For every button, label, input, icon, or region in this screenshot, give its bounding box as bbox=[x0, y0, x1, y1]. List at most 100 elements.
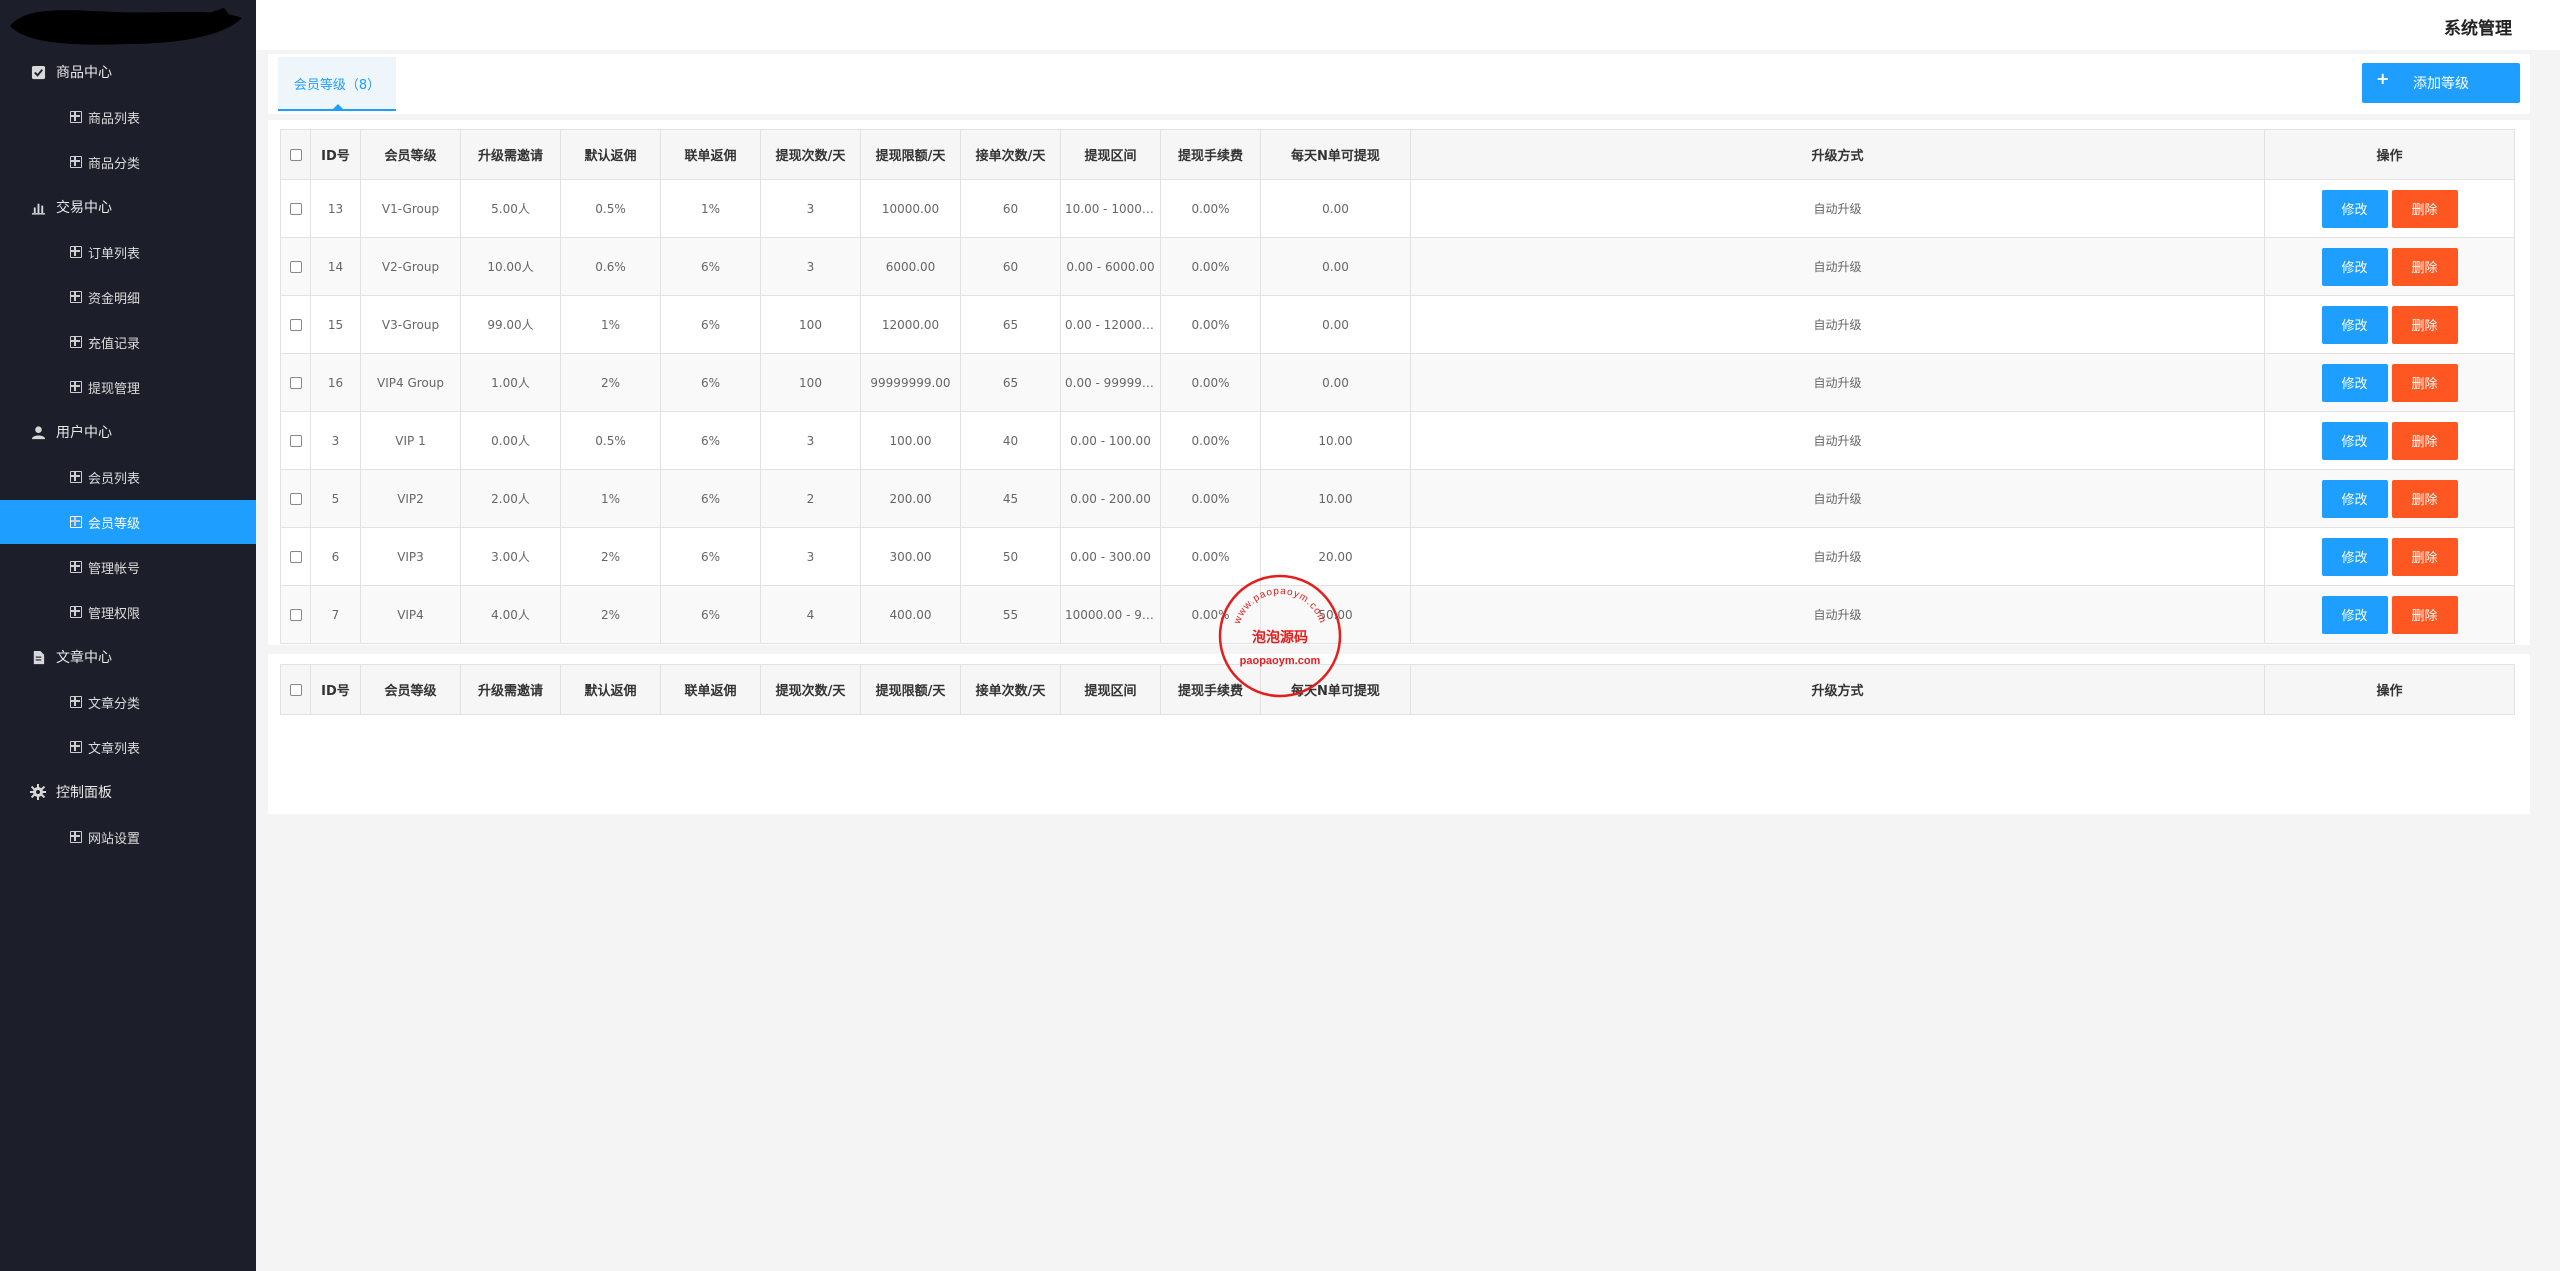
edit-button[interactable]: 修改 bbox=[2321, 479, 2388, 518]
sidebar-item-1-0[interactable]: 订单列表 bbox=[0, 230, 256, 274]
column-header: 升级需邀请 bbox=[460, 129, 561, 180]
sidebar-item-1-3[interactable]: 提现管理 bbox=[0, 365, 256, 409]
sidebar-item-1-1[interactable]: 资金明细 bbox=[0, 275, 256, 319]
column-header: 升级方式 bbox=[1410, 664, 2265, 715]
delete-button[interactable]: 删除 bbox=[2391, 247, 2458, 286]
table-cell: 2% bbox=[560, 527, 661, 586]
row-actions: 修改 删除 bbox=[2264, 295, 2515, 354]
row-checkbox[interactable] bbox=[289, 609, 302, 621]
table-cell: VIP 1 bbox=[360, 411, 461, 470]
level-table-footer-container: ID号 会员等级 升级需邀请 默认返佣 联单返佣 提现次数/天 提现限额/天 接单次数/天 提现… bbox=[268, 654, 2530, 814]
row-checkbox[interactable] bbox=[289, 493, 302, 505]
table-cell: 10000.00 - 99999.00 bbox=[1060, 585, 1161, 644]
table-cell: 1% bbox=[660, 179, 761, 238]
edit-button[interactable]: 修改 bbox=[2321, 421, 2388, 460]
row-checkbox[interactable] bbox=[289, 203, 302, 215]
grid-icon bbox=[70, 606, 82, 618]
grid-icon bbox=[70, 516, 82, 528]
table-cell: 10.00 - 10000.00 bbox=[1060, 179, 1161, 238]
sidebar-item-2-2[interactable]: 管理帐号 bbox=[0, 545, 256, 589]
level-table-header-copy: ID号 会员等级 升级需邀请 默认返佣 联单返佣 提现次数/天 提现限额/天 接单次数/天 提现… bbox=[280, 664, 2515, 715]
table-cell: 0.00 bbox=[1260, 179, 1411, 238]
delete-button[interactable]: 删除 bbox=[2391, 189, 2458, 228]
delete-button[interactable]: 删除 bbox=[2391, 421, 2458, 460]
table-cell: 60 bbox=[960, 237, 1061, 296]
delete-button[interactable]: 删除 bbox=[2391, 537, 2458, 576]
table-cell: 6% bbox=[660, 469, 761, 528]
row-select-cell bbox=[280, 179, 311, 238]
sidebar-item-label: 商品分类 bbox=[88, 156, 141, 172]
row-actions: 修改 删除 bbox=[2264, 469, 2515, 528]
sidebar-item-3-0[interactable]: 文章分类 bbox=[0, 680, 256, 724]
sidebar-item-2-1[interactable]: 会员等级 bbox=[0, 500, 256, 544]
delete-button[interactable]: 删除 bbox=[2391, 363, 2458, 402]
table-cell: 0.00% bbox=[1160, 411, 1261, 470]
table-cell: 3 bbox=[760, 411, 861, 470]
edit-button[interactable]: 修改 bbox=[2321, 247, 2388, 286]
system-management-link[interactable]: 系统管理 bbox=[2444, 14, 2512, 39]
row-checkbox[interactable] bbox=[289, 551, 302, 563]
sidebar-item-2-0[interactable]: 会员列表 bbox=[0, 455, 256, 499]
edit-button[interactable]: 修改 bbox=[2321, 363, 2388, 402]
sidebar-item-0-0[interactable]: 商品列表 bbox=[0, 95, 256, 139]
delete-button[interactable]: 删除 bbox=[2391, 595, 2458, 634]
row-actions: 修改 删除 bbox=[2264, 585, 2515, 644]
table-cell: 6% bbox=[660, 237, 761, 296]
sidebar-item-0-1[interactable]: 商品分类 bbox=[0, 140, 256, 184]
table-cell: 自动升级 bbox=[1410, 237, 2265, 296]
table-cell: 0.00 - 300.00 bbox=[1060, 527, 1161, 586]
sidebar-group-3[interactable]: 文章中心 bbox=[0, 635, 256, 679]
add-level-button[interactable]: + 添加等级 bbox=[2362, 63, 2520, 103]
edit-button[interactable]: 修改 bbox=[2321, 305, 2388, 344]
watermark-middle-text: 泡泡源码 bbox=[1252, 629, 1308, 646]
table-cell: VIP4 bbox=[360, 585, 461, 644]
logo[interactable] bbox=[6, 4, 246, 50]
sidebar-item-3-1[interactable]: 文章列表 bbox=[0, 725, 256, 769]
edit-button[interactable]: 修改 bbox=[2321, 595, 2388, 634]
row-checkbox[interactable] bbox=[289, 435, 302, 447]
sidebar-item-label: 订单列表 bbox=[88, 246, 141, 262]
sidebar-group-2[interactable]: 用户中心 bbox=[0, 410, 256, 454]
plus-icon: + bbox=[2376, 69, 2390, 88]
table-cell: 0.00% bbox=[1160, 353, 1261, 412]
sidebar-group-4[interactable]: 控制面板 bbox=[0, 770, 256, 814]
table-cell: 99999999.00 bbox=[860, 353, 961, 412]
delete-button[interactable]: 删除 bbox=[2391, 305, 2458, 344]
tab-member-level[interactable]: 会员等级（8） bbox=[278, 57, 396, 111]
table-cell: 0.00% bbox=[1160, 237, 1261, 296]
delete-button[interactable]: 删除 bbox=[2391, 479, 2458, 518]
sidebar-group-label: 用户中心 bbox=[56, 425, 112, 441]
sidebar-group-1[interactable]: 交易中心 bbox=[0, 185, 256, 229]
table-cell: 自动升级 bbox=[1410, 411, 2265, 470]
row-select-cell bbox=[280, 469, 311, 528]
sidebar-group-label: 文章中心 bbox=[56, 650, 112, 666]
table-cell: 1% bbox=[560, 295, 661, 354]
select-all-checkbox[interactable] bbox=[289, 683, 302, 696]
sidebar-item-4-0[interactable]: 网站设置 bbox=[0, 815, 256, 859]
sidebar-item-2-3[interactable]: 管理权限 bbox=[0, 590, 256, 634]
table-cell: 6% bbox=[660, 527, 761, 586]
row-actions: 修改 删除 bbox=[2264, 237, 2515, 296]
document-icon bbox=[30, 649, 46, 665]
row-checkbox[interactable] bbox=[289, 319, 302, 331]
edit-button[interactable]: 修改 bbox=[2321, 189, 2388, 228]
row-checkbox[interactable] bbox=[289, 261, 302, 273]
sidebar-item-1-2[interactable]: 充值记录 bbox=[0, 320, 256, 364]
column-header: 升级方式 bbox=[1410, 129, 2265, 180]
sidebar-group-0[interactable]: 商品中心 bbox=[0, 50, 256, 94]
sidebar-item-label: 网站设置 bbox=[88, 831, 141, 847]
grid-icon bbox=[70, 336, 82, 348]
table-cell: 12000.00 bbox=[860, 295, 961, 354]
watermark-top-text: www.paopaoym.com bbox=[1232, 586, 1327, 626]
row-checkbox[interactable] bbox=[289, 377, 302, 389]
select-all-checkbox[interactable] bbox=[289, 148, 302, 161]
table-cell: 60 bbox=[960, 179, 1061, 238]
edit-button[interactable]: 修改 bbox=[2321, 537, 2388, 576]
row-select-cell bbox=[280, 237, 311, 296]
column-header: 提现区间 bbox=[1060, 664, 1161, 715]
table-cell: 65 bbox=[960, 353, 1061, 412]
column-header: 提现区间 bbox=[1060, 129, 1161, 180]
grid-icon bbox=[70, 561, 82, 573]
table-cell: V2-Group bbox=[360, 237, 461, 296]
select-all-cell bbox=[280, 129, 311, 180]
